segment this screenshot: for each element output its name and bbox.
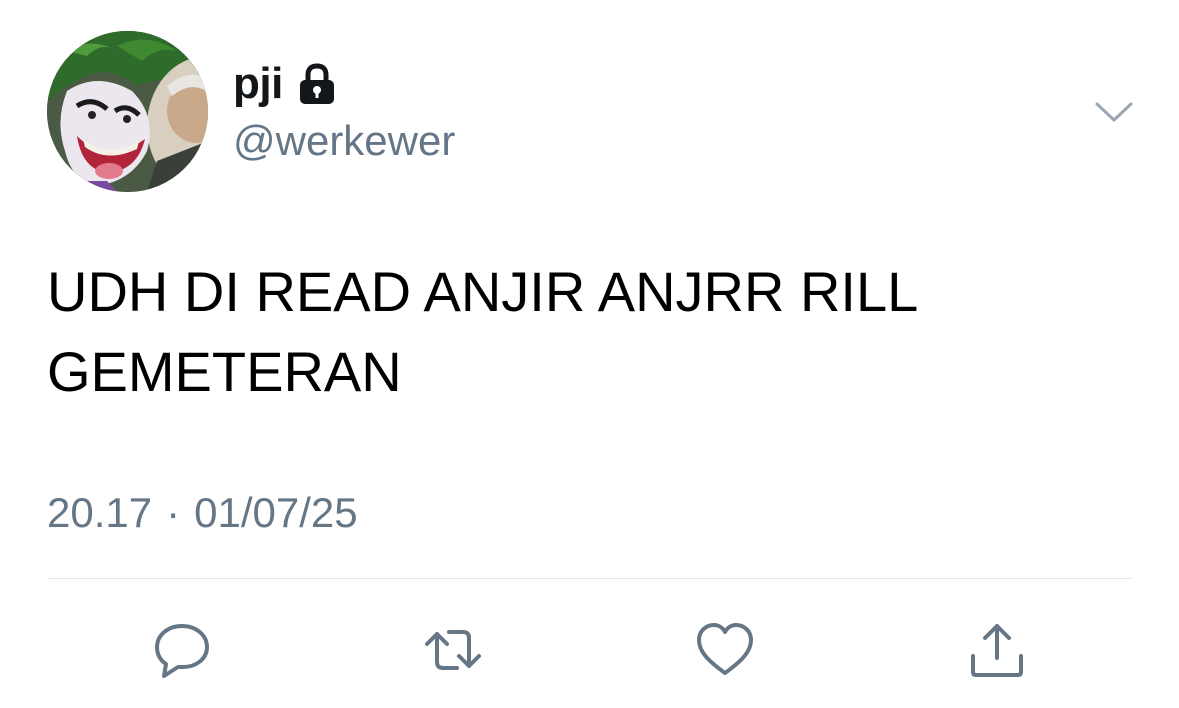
share-icon <box>971 624 1023 677</box>
chevron-down-icon <box>1095 102 1133 122</box>
lock-icon <box>297 62 337 106</box>
tweet-date: 01/07/25 <box>194 489 358 536</box>
share-button[interactable] <box>965 618 1029 682</box>
tweet-text-line: GEMETERAN <box>47 340 402 403</box>
tweet-time: 20.17 <box>47 489 153 536</box>
divider <box>47 578 1132 579</box>
user-handle[interactable]: @werkewer <box>233 116 455 166</box>
avatar-image <box>47 31 208 192</box>
tweet-text: UDH DI READ ANJIR ANJRR RILL GEMETERAN <box>47 252 1137 412</box>
reply-button[interactable] <box>150 618 214 682</box>
retweet-icon <box>425 630 481 670</box>
display-name[interactable]: pji <box>233 62 283 106</box>
tweet-text-line: UDH DI READ ANJIR ANJRR RILL <box>47 260 919 323</box>
meta-separator: · <box>166 489 181 536</box>
author-name-row[interactable]: pji <box>233 58 337 110</box>
more-options-button[interactable] <box>1094 96 1134 126</box>
reply-icon <box>155 624 209 678</box>
heart-icon <box>697 623 753 675</box>
avatar[interactable] <box>47 31 208 192</box>
retweet-button[interactable] <box>421 618 485 682</box>
like-button[interactable] <box>693 618 757 682</box>
tweet-timestamp[interactable]: 20.17 · 01/07/25 <box>47 488 358 538</box>
